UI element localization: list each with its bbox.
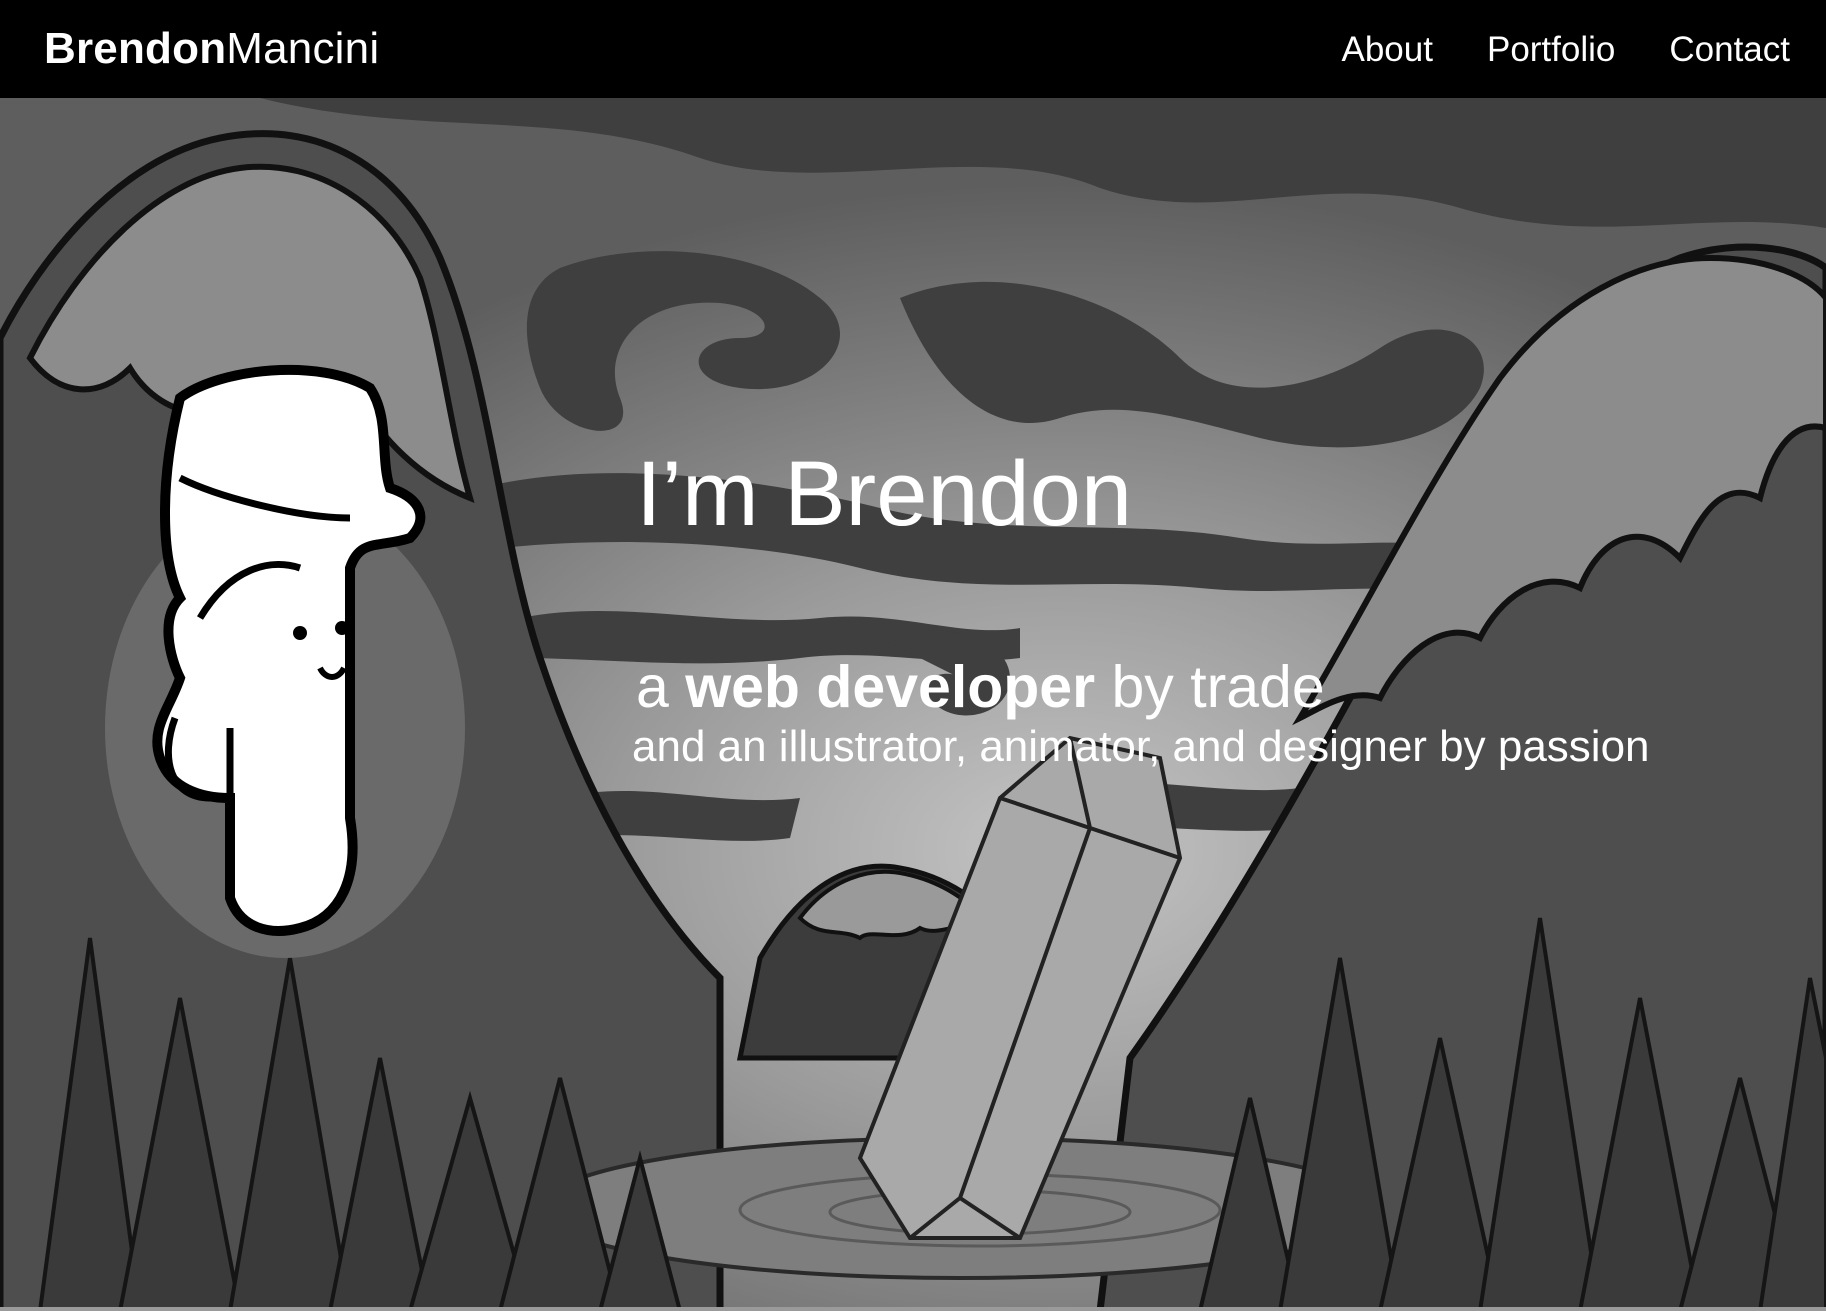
nav-link-contact[interactable]: Contact <box>1669 32 1790 67</box>
brand-first-name: Brendon <box>44 24 227 73</box>
brand-logo-link[interactable]: BrendonMancini <box>44 27 379 71</box>
hero-tagline: a web developer by trade <box>636 658 1650 717</box>
page: BrendonMancini About Portfolio Contact I… <box>0 0 1826 1311</box>
tagline-prefix: a <box>636 654 686 720</box>
hero-subline: and an illustrator, animator, and design… <box>632 722 1650 771</box>
tagline-role: web developer <box>685 654 1096 720</box>
nav-link-portfolio[interactable]: Portfolio <box>1487 32 1615 67</box>
hero-greeting: I’m Brendon <box>636 443 1133 545</box>
tagline-suffix: by trade <box>1095 654 1325 720</box>
hero-section: I’m Brendon a web developer by trade and… <box>0 98 1826 1311</box>
top-navbar: BrendonMancini About Portfolio Contact <box>0 0 1826 98</box>
main-nav: About Portfolio Contact <box>1342 32 1791 67</box>
brand-last-name: Mancini <box>226 24 380 73</box>
hero-text: I’m Brendon a web developer by trade and… <box>632 443 1650 769</box>
bottom-edge <box>0 1307 1826 1311</box>
nav-link-about[interactable]: About <box>1342 32 1433 67</box>
